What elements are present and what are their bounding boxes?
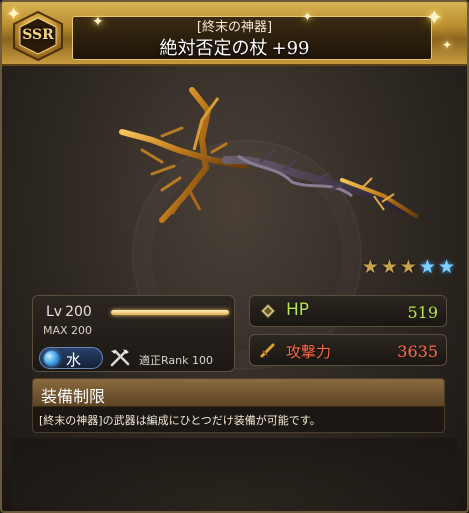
sparkle-icon: ✦: [302, 10, 313, 25]
level-prefix: Lv: [46, 304, 63, 320]
weapon-series: [終末の神器]: [196, 20, 273, 35]
element-badge: 水: [39, 347, 103, 369]
restriction-description: [終末の神器]の武器は編成にひとつだけ装備が可能です。: [39, 414, 321, 427]
uncap-stars: ★ ★ ★ ★ ★: [362, 257, 455, 277]
ssr-label: SSR: [22, 27, 54, 43]
star-gold-icon: ★: [361, 256, 379, 278]
sparkle-icon: ✦: [92, 14, 104, 30]
weapon-plus: +99: [271, 38, 310, 59]
level-element-panel: Lv 200 MAX 200 水 適正Rank 100: [32, 295, 235, 372]
attack-label: 攻撃力: [286, 343, 332, 361]
equip-restriction-panel: 装備制限 [終末の神器]の武器は編成にひとつだけ装備が可能です。: [32, 378, 445, 433]
element-label: 水: [66, 351, 82, 369]
hp-value: 519: [407, 303, 438, 322]
crossed-tools-icon: [110, 349, 130, 367]
sword-icon: [260, 343, 275, 358]
hp-stat: HP 519: [249, 295, 447, 327]
weapon-header: [終末の神器] 絶対否定の杖 +99: [2, 2, 467, 66]
star-blue-icon: ★: [418, 256, 436, 278]
hp-label: HP: [286, 300, 310, 320]
weapon-name-line: 絶対否定の杖 +99: [2, 34, 467, 60]
water-element-icon: [44, 351, 59, 366]
sparkle-icon: ✦: [442, 38, 453, 52]
weapon-name: 絶対否定の杖: [159, 38, 268, 59]
star-blue-icon: ★: [437, 256, 455, 278]
sparkle-icon: ✦: [6, 4, 22, 25]
level-progress-bar: [111, 310, 229, 315]
weapon-detail-window: [終末の神器] 絶対否定の杖 +99 SSR ✦ ✦ ✦ ✦ ✦ ★ ★ ★ ★…: [0, 0, 469, 513]
panel-footer: [12, 438, 457, 508]
level-value: 200: [65, 304, 92, 320]
star-gold-icon: ★: [380, 256, 398, 278]
max-level: MAX 200: [43, 324, 93, 337]
diamond-icon: [260, 303, 276, 319]
restriction-title-bar: 装備制限: [33, 379, 444, 407]
level-progress-fill: [111, 310, 229, 315]
restriction-title: 装備制限: [41, 387, 106, 406]
rank-requirement: 適正Rank 100: [139, 354, 213, 367]
attack-stat: 攻撃力 3635: [249, 334, 447, 366]
star-gold-icon: ★: [399, 256, 417, 278]
sparkle-icon: ✦: [425, 6, 444, 31]
attack-value: 3635: [397, 342, 438, 361]
level-label: Lv 200: [43, 304, 92, 320]
